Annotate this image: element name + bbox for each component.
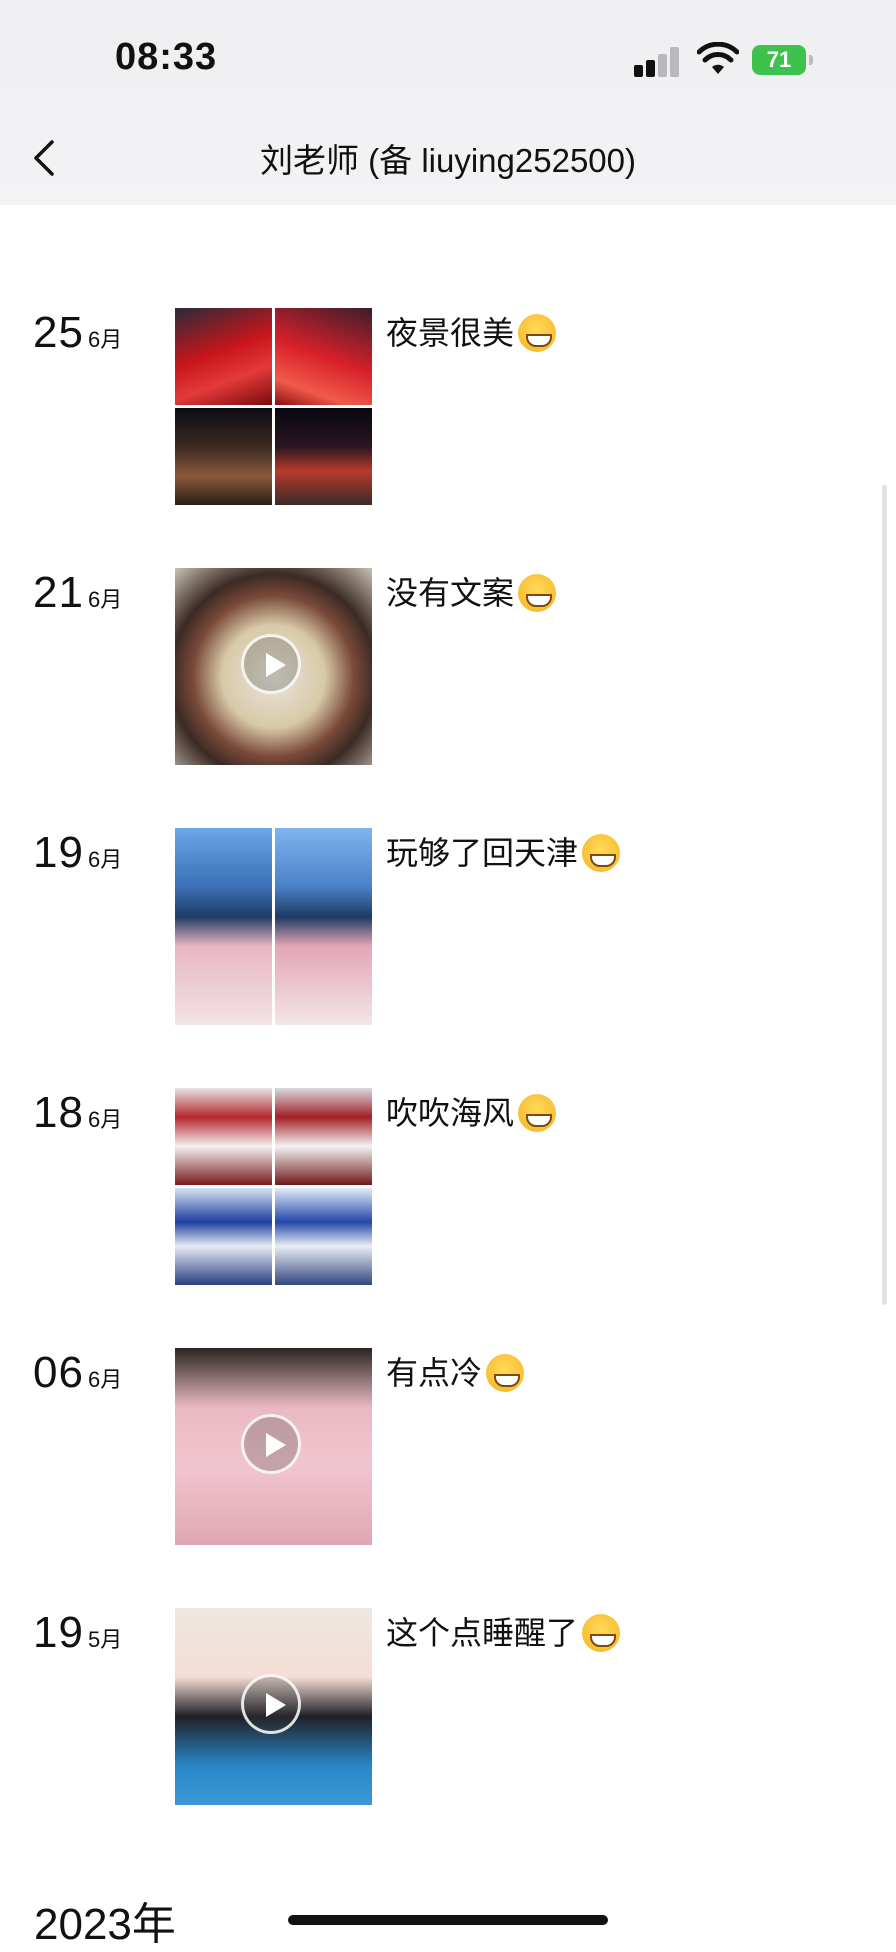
photo-thumbnail[interactable] bbox=[275, 1188, 372, 1285]
post-date: 25 6月 bbox=[33, 308, 122, 358]
post-caption-text: 玩够了回天津 bbox=[386, 835, 579, 871]
post-caption: 玩够了回天津 bbox=[386, 828, 621, 874]
play-icon[interactable] bbox=[241, 1414, 301, 1474]
feed-entry[interactable]: 18 6月 吹吹海风 bbox=[0, 1088, 896, 1288]
post-date: 18 6月 bbox=[33, 1088, 122, 1138]
post-month: 6月 bbox=[87, 1107, 123, 1132]
post-day: 19 bbox=[33, 828, 84, 877]
feed-entry[interactable]: 21 6月 没有文案 bbox=[0, 568, 896, 768]
post-caption: 夜景很美 bbox=[386, 308, 557, 354]
post-caption: 吹吹海风 bbox=[386, 1088, 557, 1134]
wifi-icon bbox=[697, 42, 739, 74]
status-time: 08:33 bbox=[115, 36, 218, 78]
rolling-laughing-face-icon bbox=[582, 1614, 621, 1652]
grinning-face-icon bbox=[518, 574, 557, 612]
play-icon[interactable] bbox=[241, 634, 301, 694]
photo-thumbnail[interactable] bbox=[175, 308, 272, 405]
cellular-signal-icon bbox=[634, 47, 690, 77]
photo-thumbnail[interactable] bbox=[175, 1188, 272, 1285]
photo-thumbnail[interactable] bbox=[175, 408, 272, 505]
photo-thumbnail[interactable] bbox=[275, 308, 372, 405]
grinning-face-icon bbox=[518, 314, 557, 352]
post-day: 18 bbox=[33, 1088, 84, 1137]
post-day: 21 bbox=[33, 568, 84, 617]
photo-thumbnail[interactable] bbox=[175, 828, 272, 1025]
post-day: 19 bbox=[33, 1608, 84, 1657]
feed-entry[interactable]: 25 6月 夜景很美 bbox=[0, 308, 896, 508]
post-caption-text: 吹吹海风 bbox=[386, 1095, 515, 1131]
feed-entry[interactable]: 06 6月 有点冷 bbox=[0, 1348, 896, 1548]
post-date: 19 5月 bbox=[33, 1608, 122, 1658]
battery-level: 71 bbox=[766, 47, 792, 72]
photo-thumbnail[interactable] bbox=[275, 408, 372, 505]
photo-thumbnail[interactable] bbox=[175, 1088, 272, 1185]
battery-icon: 71 bbox=[752, 45, 813, 75]
post-month: 5月 bbox=[87, 1627, 123, 1652]
home-indicator[interactable] bbox=[288, 1915, 608, 1925]
post-caption-text: 有点冷 bbox=[386, 1355, 483, 1391]
feed-entry[interactable]: 19 5月 这个点睡醒了 bbox=[0, 1608, 896, 1808]
post-caption: 没有文案 bbox=[386, 568, 557, 614]
post-day: 25 bbox=[33, 308, 84, 357]
photo-grid[interactable] bbox=[175, 308, 372, 505]
top-bar: 08:33 71 刘老师 (备 liuying252500) bbox=[0, 0, 896, 205]
post-date: 19 6月 bbox=[33, 828, 122, 878]
video-thumbnail[interactable] bbox=[175, 1348, 372, 1545]
video-thumbnail[interactable] bbox=[175, 1608, 372, 1805]
post-day: 06 bbox=[33, 1348, 84, 1397]
post-caption: 这个点睡醒了 bbox=[386, 1608, 621, 1654]
photo-thumbnail[interactable] bbox=[275, 828, 372, 1025]
grinning-face-icon bbox=[486, 1354, 525, 1392]
video-thumbnail[interactable] bbox=[175, 568, 372, 765]
scrollbar[interactable] bbox=[882, 485, 887, 1305]
photo-thumbnail[interactable] bbox=[275, 1088, 372, 1185]
post-month: 6月 bbox=[87, 327, 123, 352]
post-caption-text: 这个点睡醒了 bbox=[386, 1615, 579, 1651]
post-date: 06 6月 bbox=[33, 1348, 122, 1398]
tears-of-joy-face-icon bbox=[518, 1094, 557, 1132]
post-caption: 有点冷 bbox=[386, 1348, 525, 1394]
post-month: 6月 bbox=[87, 1367, 123, 1392]
rolling-laughing-face-icon bbox=[582, 834, 621, 872]
play-icon[interactable] bbox=[241, 1674, 301, 1734]
photo-grid[interactable] bbox=[175, 828, 372, 1025]
post-caption-text: 没有文案 bbox=[386, 575, 515, 611]
post-caption-text: 夜景很美 bbox=[386, 315, 515, 351]
photo-grid[interactable] bbox=[175, 1088, 372, 1285]
post-date: 21 6月 bbox=[33, 568, 122, 618]
year-header: 2023年 bbox=[34, 1900, 176, 1949]
page-title: 刘老师 (备 liuying252500) bbox=[260, 142, 636, 179]
feed-entry[interactable]: 19 6月 玩够了回天津 bbox=[0, 828, 896, 1028]
post-month: 6月 bbox=[87, 587, 123, 612]
post-month: 6月 bbox=[87, 847, 123, 872]
